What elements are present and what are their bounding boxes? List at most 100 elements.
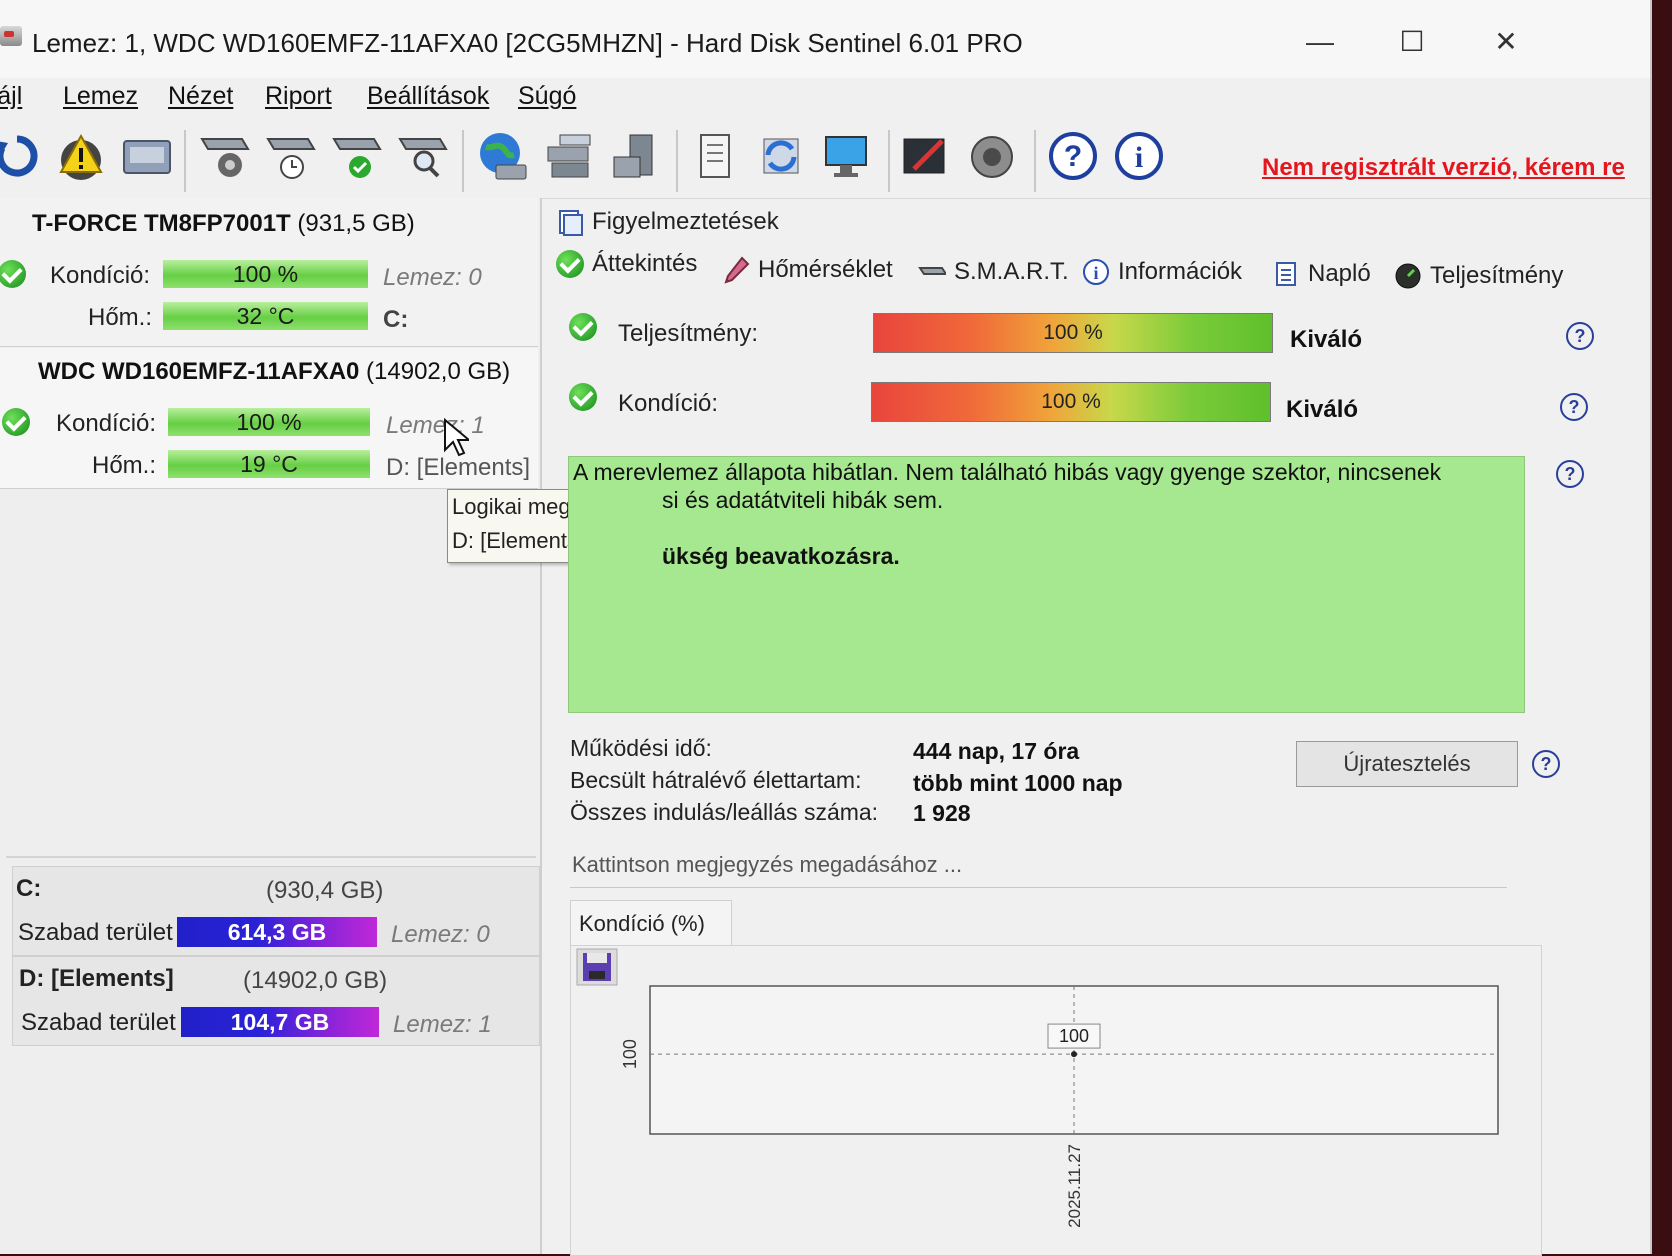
network-disks-icon[interactable] <box>542 126 596 186</box>
mouse-cursor-icon <box>444 418 469 457</box>
tab-performance[interactable]: Teljesítmény <box>1394 262 1563 290</box>
app-icon <box>0 26 22 46</box>
status-line: ükség beavatkozásra. <box>662 543 900 569</box>
disk-tools-icon[interactable] <box>196 126 250 186</box>
condition-bar: 100 % <box>163 260 368 288</box>
free-space-bar: 104,7 GB <box>181 1007 379 1037</box>
disk-icon[interactable] <box>120 126 174 186</box>
startstop-label: Összes indulás/leállás száma: <box>570 799 879 825</box>
partition-entry[interactable]: D: [Elements] (14902,0 GB) Szabad terüle… <box>12 956 540 1046</box>
tab-label: Napló <box>1308 260 1371 287</box>
help-icon[interactable]: ? <box>1532 750 1560 778</box>
disk-list-panel: T-FORCE TM8FP7001T (931,5 GB) Kondíció: … <box>0 198 542 1254</box>
lifetime-label: Becsült hátralévő élettartam: <box>570 767 862 793</box>
warning-icon[interactable] <box>54 126 108 186</box>
disk-check-icon[interactable] <box>328 126 382 186</box>
condition-label: Kondíció: <box>618 390 719 417</box>
x-tick-label: 2025.11.27 <box>1065 1144 1084 1228</box>
toolbar: ? i Nem regisztrált verzió, kérem re <box>0 118 1650 199</box>
lifetime-value: több mint 1000 nap <box>913 770 1123 796</box>
status-line: si és adatátviteli hibák sem. <box>662 487 944 513</box>
temperature-bar: 32 °C <box>163 302 368 330</box>
tab-label: Teljesítmény <box>1430 262 1564 289</box>
disk-entry[interactable]: T-FORCE TM8FP7001T (931,5 GB) Kondíció: … <box>0 198 538 347</box>
ok-check-icon <box>569 313 597 341</box>
tab-overview[interactable]: Áttekintés <box>556 250 697 278</box>
free-space-label: Szabad terület <box>18 919 173 946</box>
sync-icon[interactable] <box>754 126 808 186</box>
help-icon[interactable]: ? <box>1556 460 1584 488</box>
info-icon[interactable]: i <box>1112 126 1166 186</box>
menu-file[interactable]: Fájl <box>0 82 22 111</box>
menu-help[interactable]: Súgó <box>518 82 576 111</box>
menu-settings[interactable]: Beállítások <box>367 82 489 111</box>
speaker-icon[interactable] <box>966 126 1020 186</box>
performance-icon <box>1395 263 1421 289</box>
condition-chart: 100 2025.11.27 100 <box>620 985 1499 1228</box>
tab-alerts[interactable]: Figyelmeztetések <box>556 208 779 236</box>
partition-name: D: [Elements] <box>19 965 174 992</box>
condition-label: Kondíció: <box>56 410 157 437</box>
registration-link[interactable]: Nem regisztrált verzió, kérem re <box>1262 154 1625 182</box>
temperature-label: Hőm.: <box>88 304 153 331</box>
tab-label: Hőmérséklet <box>758 256 893 283</box>
close-button[interactable]: ✕ <box>1486 22 1526 62</box>
window-title: Lemez: 1, WDC WD160EMFZ-11AFXA0 [2CG5MHZ… <box>32 28 1023 58</box>
tab-log[interactable]: Napló <box>1272 260 1371 288</box>
svg-text:?: ? <box>1064 140 1082 173</box>
overview-check-icon <box>556 250 584 278</box>
toolbar-separator <box>888 130 890 192</box>
alerts-icon <box>559 210 583 236</box>
disk-search-icon[interactable] <box>394 126 448 186</box>
disk-clock-icon[interactable] <box>262 126 316 186</box>
help-icon[interactable]: ? <box>1560 393 1588 421</box>
disk-index: Lemez: 1 <box>386 412 485 439</box>
minimize-button[interactable]: — <box>1300 22 1340 62</box>
document-icon[interactable] <box>688 126 742 186</box>
condition-label: Kondíció: <box>50 262 151 289</box>
tab-label: S.M.A.R.T. <box>954 258 1069 285</box>
ok-check-icon <box>569 383 597 411</box>
maximize-button[interactable]: ☐ <box>1392 22 1432 62</box>
menu-report[interactable]: Riport <box>265 82 332 111</box>
help-icon[interactable]: ? <box>1046 126 1100 186</box>
uptime-label: Működési idő: <box>570 735 712 761</box>
retest-button[interactable]: Újratesztelés <box>1296 741 1518 787</box>
disk-index: Lemez: 0 <box>391 921 490 948</box>
thermometer-icon <box>724 256 750 284</box>
drive-letter: C: <box>383 306 409 333</box>
status-description: A merevlemez állapota hibátlan. Nem talá… <box>568 456 1525 713</box>
drive-letter: D: [Elements] <box>386 454 531 481</box>
tab-temperature[interactable]: Hőmérséklet <box>722 256 893 284</box>
y-tick-label: 100 <box>620 1039 640 1069</box>
log-icon <box>1276 262 1296 286</box>
toolbar-separator <box>184 130 186 192</box>
toolbar-separator <box>1034 130 1036 192</box>
tab-label: Információk <box>1118 258 1243 285</box>
app-window: Lemez: 1, WDC WD160EMFZ-11AFXA0 [2CG5MHZ… <box>0 0 1652 1256</box>
menu-disk[interactable]: Lemez <box>63 82 138 111</box>
toolbar-separator <box>462 130 464 192</box>
temperature-bar: 19 °C <box>168 450 370 478</box>
tab-label: Figyelmeztetések <box>592 208 779 235</box>
monitor-icon[interactable] <box>820 126 874 186</box>
partition-name: C: <box>16 875 42 902</box>
disk-title: T-FORCE TM8FP7001T (931,5 GB) <box>32 210 415 237</box>
note-input[interactable]: Kattintson megjegyzés megadásához ... <box>570 843 1507 888</box>
disk-title: WDC WD160EMFZ-11AFXA0 (14902,0 GB) <box>38 358 511 385</box>
partition-entry[interactable]: C: (930,4 GB) Szabad terület 614,3 GB Le… <box>12 866 540 956</box>
temperature-label: Hőm.: <box>92 452 157 479</box>
refresh-icon[interactable] <box>0 126 44 186</box>
tab-smart[interactable]: S.M.A.R.T. <box>918 258 1069 286</box>
help-icon[interactable]: ? <box>1566 322 1594 350</box>
info-icon: i <box>1083 259 1109 285</box>
disk-stack-icon[interactable] <box>608 126 662 186</box>
performance-rating: Kiváló <box>1290 326 1363 353</box>
menu-view[interactable]: Nézet <box>168 82 233 111</box>
globe-icon[interactable] <box>476 126 530 186</box>
pen-icon[interactable] <box>900 126 954 186</box>
free-space-label: Szabad terület <box>21 1009 176 1036</box>
chart-tab-condition[interactable]: Kondíció (%) <box>570 900 732 947</box>
tab-information[interactable]: i Információk <box>1082 258 1242 286</box>
uptime-value: 444 nap, 17 óra <box>913 738 1080 764</box>
